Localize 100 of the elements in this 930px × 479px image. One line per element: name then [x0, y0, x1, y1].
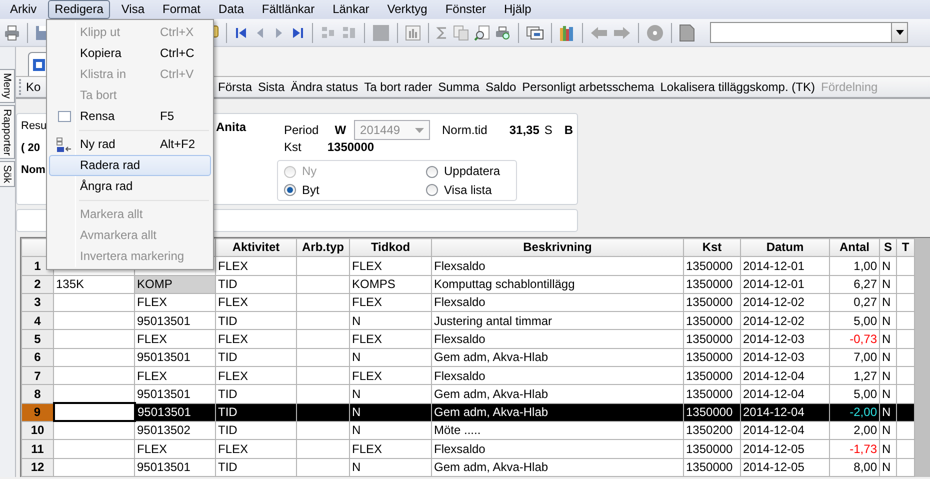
grid-split-icon[interactable]	[320, 24, 336, 40]
column-header[interactable]: Datum	[740, 238, 830, 257]
table-cell: 1350000	[686, 368, 733, 383]
menu-entry[interactable]: Ny rad Alt+F2	[49, 134, 211, 155]
menu-item[interactable]: Data	[212, 0, 251, 19]
table-cell: -2,00	[850, 405, 877, 420]
column-header[interactable]: Kst	[684, 238, 740, 257]
table-row[interactable]: 10 95013502 TID N Möte ..... 1350200 2014-12-04 2,00 N	[22, 421, 914, 440]
table-cell: 2014-12-05	[743, 442, 804, 456]
table-cell: FLEX	[352, 332, 382, 346]
table-row[interactable]: 9 95013501 TID N Gem adm, Akva-Hlab 1350000 2014-12-04 -2,00 N	[22, 403, 914, 422]
table-cell: 95013501	[137, 314, 190, 328]
row-number: 10	[22, 421, 54, 440]
action-link[interactable]: Ko	[26, 80, 41, 94]
menu-entry[interactable]: Radera rad	[49, 155, 211, 176]
table-row[interactable]: 4 95013501 TID N Justering antal timmar 1350000 2014-12-02 5,00 N	[22, 312, 914, 330]
table-row[interactable]: 11 FLEX FLEX FLEX Flexsaldo 1350000 2014-12-05 -1,73 N	[22, 440, 914, 458]
menu-entry[interactable]: Kopiera Ctrl+C	[49, 43, 211, 64]
menu-item[interactable]: Verktyg	[380, 0, 434, 19]
action-link[interactable]: Personligt arbetsschema	[522, 80, 654, 94]
menu-item[interactable]: Hjälp	[497, 0, 538, 19]
table-cell: 6,27	[854, 277, 877, 292]
radio-label[interactable]: Uppdatera	[444, 164, 500, 179]
page-icon[interactable]	[679, 24, 695, 42]
blank-box-icon	[58, 111, 70, 122]
table-cell: 2014-12-01	[743, 277, 804, 292]
radio-button[interactable]	[284, 184, 296, 196]
menu-item[interactable]: Arkiv	[3, 0, 44, 19]
table-row[interactable]: 12 95013501 TID N Gem adm, Akva-Hlab 1350000 2014-12-05 8,00 N	[22, 458, 914, 476]
table-cell: N	[882, 368, 891, 383]
menu-item[interactable]: Visa	[114, 0, 152, 19]
print-preview-icon[interactable]	[495, 24, 511, 40]
menu-item[interactable]: Fönster	[438, 0, 493, 19]
side-tab[interactable]: Sök	[0, 161, 15, 188]
books-icon[interactable]	[559, 24, 575, 42]
side-tab[interactable]: Meny	[0, 69, 15, 103]
norm-tid-label: Norm.tid	[442, 122, 488, 138]
menu-item[interactable]: Länkar	[326, 0, 376, 19]
table-row[interactable]: 8 95013501 TID N Gem adm, Akva-Hlab 1350000 2014-12-04 5,00 N	[22, 384, 914, 404]
table-cell: TID	[218, 405, 238, 420]
table-cell: FLEX	[218, 258, 248, 273]
flag-label: B	[564, 122, 574, 138]
windows-icon[interactable]	[526, 24, 544, 40]
radio-button[interactable]	[426, 184, 438, 196]
unit-label: S	[544, 122, 552, 138]
bar-chart-icon[interactable]	[405, 24, 421, 40]
column-header[interactable]: Arb.typ	[296, 238, 350, 257]
column-header[interactable]: Tidkod	[350, 238, 432, 257]
radio-label[interactable]: Byt	[302, 182, 320, 198]
table-row[interactable]: 3 FLEX FLEX FLEX Flexsaldo 1350000 2014-12-02 0,27 N	[22, 293, 914, 312]
radio-label[interactable]: Visa lista	[444, 182, 492, 198]
square-icon[interactable]	[372, 24, 390, 42]
column-header[interactable]: T	[896, 238, 914, 257]
table-cell: 2014-12-05	[743, 460, 804, 474]
table-row[interactable]: 2 135K KOMP TID KOMPS Komputtag schablontillägg 1350000 2014-12-01 6,27 N	[22, 275, 914, 294]
action-link[interactable]: Ändra status	[290, 80, 358, 94]
table-row[interactable]: 6 95013501 TID N Gem adm, Akva-Hlab 1350000 2014-12-03 7,00 N	[22, 348, 914, 367]
column-header[interactable]: Beskrivning	[432, 238, 684, 257]
action-link[interactable]: Första	[218, 80, 252, 94]
table-cell: 1350000	[686, 332, 733, 346]
sigma-icon[interactable]	[436, 26, 448, 40]
radio-button[interactable]	[426, 166, 438, 178]
action-link[interactable]: Saldo	[485, 80, 516, 94]
table-cell: FLEX	[218, 368, 248, 383]
table-cell: FLEX	[137, 368, 168, 383]
document-magnifier-icon[interactable]	[474, 24, 490, 40]
copy-documents-icon[interactable]	[453, 24, 469, 40]
table-cell: FLEX	[137, 442, 168, 456]
side-tab[interactable]: Rapporter	[0, 104, 15, 160]
grid-merge-icon[interactable]	[341, 24, 357, 40]
row-number: 5	[22, 330, 54, 348]
action-link[interactable]: Sista	[258, 80, 285, 94]
last-record-icon[interactable]	[291, 26, 305, 40]
table-cell: 1350000	[686, 442, 733, 456]
table-cell: 2014-12-03	[743, 350, 804, 364]
week-label: W	[334, 122, 346, 138]
menu-item[interactable]: Format	[156, 0, 208, 19]
printer-icon[interactable]	[4, 24, 20, 40]
disc-icon[interactable]	[646, 24, 664, 42]
dropdown-arrow-icon[interactable]	[896, 30, 904, 35]
menu-item[interactable]: Redigera	[48, 0, 110, 19]
action-link[interactable]: Lokalisera tilläggskomp. (TK)	[660, 80, 815, 94]
back-arrow-icon[interactable]	[590, 26, 608, 40]
first-record-icon[interactable]	[234, 26, 248, 40]
table-cell: N	[352, 460, 361, 474]
table-cell: 1,00	[854, 258, 877, 273]
table-row[interactable]: 7 FLEX FLEX FLEX Flexsaldo 1350000 2014-12-04 1,27 N	[22, 366, 914, 385]
forward-arrow-icon[interactable]	[613, 26, 631, 40]
action-link[interactable]: Summa	[438, 80, 480, 94]
column-header[interactable]: S	[880, 238, 896, 257]
menu-item[interactable]: Fältlänkar	[254, 0, 322, 19]
menu-entry[interactable]: Ångra rad	[49, 176, 211, 197]
menu-entry[interactable]: Rensa F5	[49, 106, 211, 127]
table-cell: Flexsaldo	[434, 368, 486, 383]
table-cell: TID	[218, 423, 238, 438]
column-header[interactable]: Aktivitet	[216, 238, 296, 257]
column-header[interactable]: Antal	[830, 238, 880, 257]
action-link[interactable]: Ta bort rader	[364, 80, 432, 94]
table-cell: N	[882, 332, 891, 346]
table-row[interactable]: 5 FLEX FLEX FLEX Flexsaldo 1350000 2014-12-03 -0,73 N	[22, 330, 914, 348]
